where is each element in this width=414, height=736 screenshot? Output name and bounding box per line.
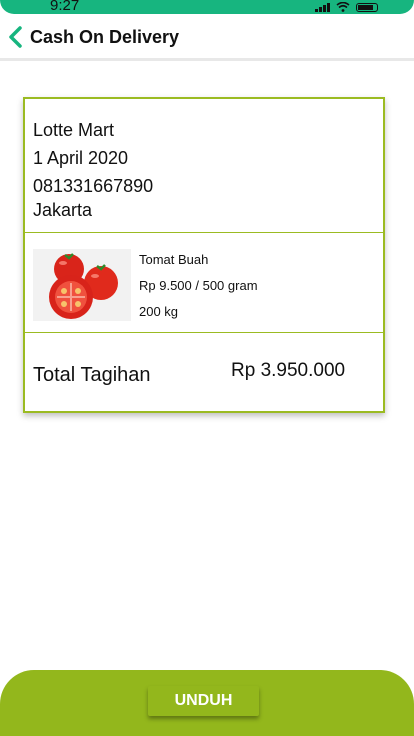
status-bar: 9:27 [0, 0, 414, 14]
order-info-section: Lotte Mart 1 April 2020 081331667890 Jak… [25, 99, 383, 233]
bottom-action-bar: UNDUH [0, 670, 414, 736]
signal-icon [315, 2, 330, 12]
phone-number: 081331667890 [33, 176, 154, 196]
status-icons [315, 2, 378, 12]
product-quantity: 200 kg [139, 304, 179, 319]
app-header: Cash On Delivery [0, 14, 414, 61]
status-time: 9:27 [50, 0, 80, 14]
store-name: Lotte Mart [33, 120, 115, 140]
tomato-image [33, 249, 131, 321]
product-price: Rp 9.500 / 500 gram [139, 278, 258, 293]
product-name: Tomat Buah [139, 252, 209, 267]
order-date: 1 April 2020 [33, 148, 129, 168]
page-title: Cash On Delivery [30, 27, 180, 47]
battery-icon [356, 3, 378, 12]
wifi-icon [336, 2, 350, 12]
city: Jakarta [33, 200, 93, 220]
total-value: Rp 3.950.000 [231, 360, 346, 381]
download-button[interactable]: UNDUH [148, 686, 259, 716]
total-label: Total Tagihan [33, 364, 151, 386]
receipt-card: Lotte Mart 1 April 2020 081331667890 Jak… [23, 97, 385, 413]
product-item: Tomat Buah Rp 9.500 / 500 gram 200 kg [25, 232, 383, 333]
back-button[interactable] [6, 25, 26, 49]
